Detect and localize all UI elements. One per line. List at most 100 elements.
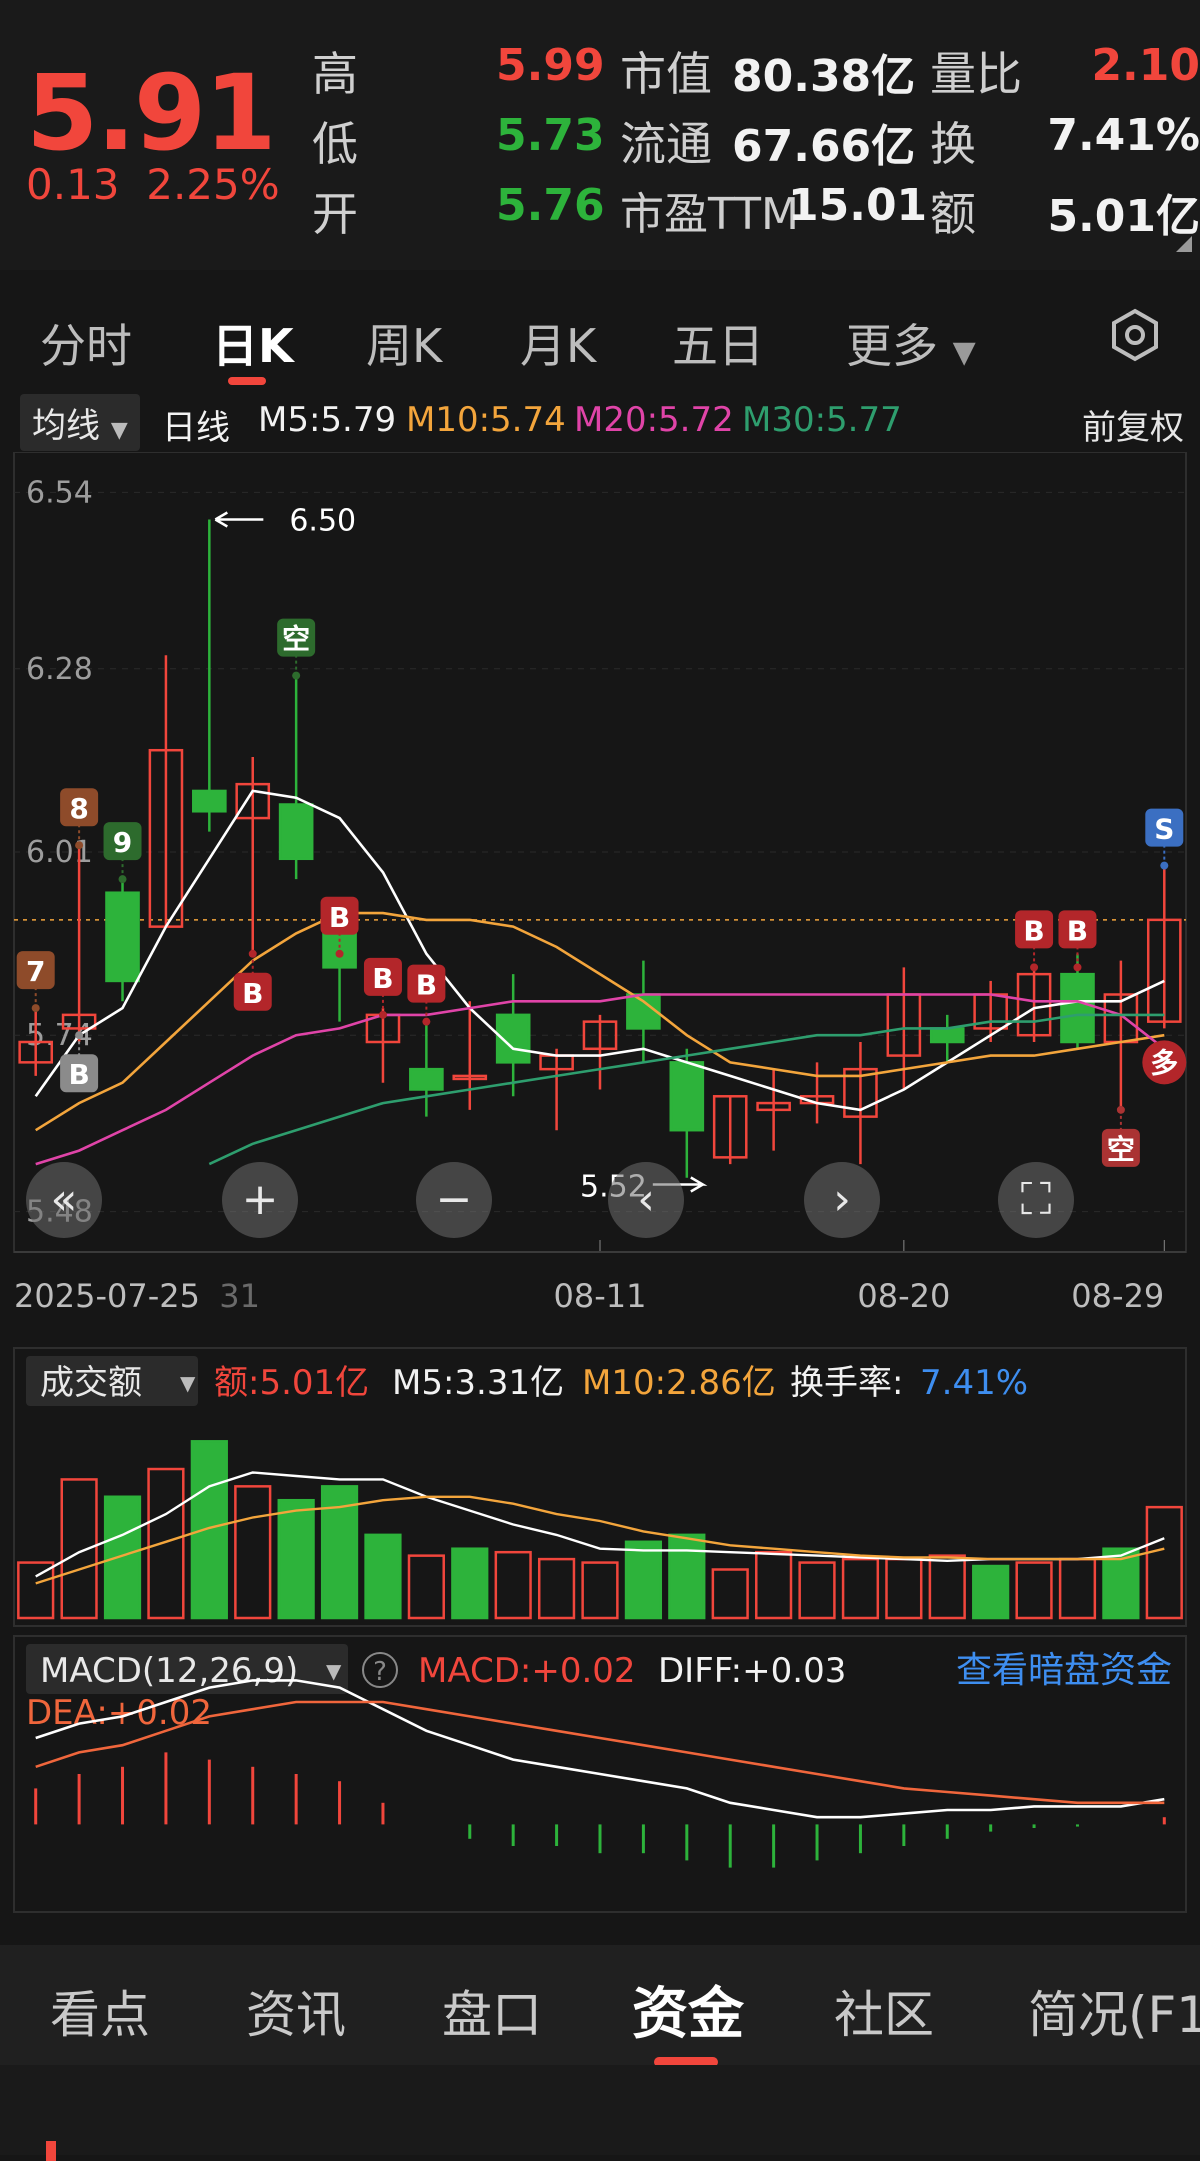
k-x-tick-label: 08-11 — [554, 1277, 647, 1315]
volume-bar — [841, 1557, 880, 1620]
buy-marker-label: 空 — [1107, 1133, 1135, 1166]
ma5-value: M5:5.79 — [258, 400, 397, 440]
short-marker-dot — [292, 671, 301, 680]
volume-bar — [451, 1547, 489, 1620]
volume-bar — [537, 1557, 576, 1620]
vol-ratio-value: 2.10 — [1091, 40, 1200, 91]
tab-news[interactable]: 资讯 — [246, 1975, 346, 2047]
sell-marker-dot — [1160, 861, 1169, 870]
td-marker-label: 9 — [113, 826, 132, 859]
amount-label: 额 — [930, 187, 976, 241]
pe-value: 15.01 — [788, 180, 928, 231]
td-marker-dot — [75, 841, 84, 850]
float-value: 67.66亿 — [732, 121, 916, 172]
rewind-icon-glyph: « — [51, 1174, 78, 1225]
next-icon-glyph: › — [833, 1174, 851, 1225]
volume-bar — [277, 1498, 315, 1620]
amount-value: 5.01亿 — [1047, 191, 1200, 242]
tab-monthly-k[interactable]: 月K — [520, 310, 596, 376]
ma20-value: M20:5.72 — [574, 400, 734, 440]
buy-marker-label: B — [329, 901, 350, 934]
open-label: 开 — [312, 187, 358, 241]
adjust-mode[interactable]: 前复权 — [1082, 400, 1184, 449]
tab-capital[interactable]: 资金 — [632, 1969, 744, 2050]
volume-bar — [494, 1550, 532, 1620]
tab-five-day[interactable]: 五日 — [672, 310, 764, 376]
volume-bar — [668, 1533, 706, 1620]
tab-intraday[interactable]: 分时 — [40, 310, 132, 376]
expand-corner-icon[interactable] — [1176, 236, 1192, 252]
buy-marker-label: B — [1023, 914, 1044, 947]
tab-order-book[interactable]: 盘口 — [442, 1975, 542, 2047]
last-price: 5.91 — [26, 52, 277, 174]
volume-bar — [1145, 1505, 1183, 1620]
turnover-value: 7.41% — [1047, 110, 1200, 161]
buy-marker-dot — [1073, 963, 1082, 972]
buy-marker-dot — [1116, 1105, 1125, 1114]
fullscreen-icon-glyph: ⛶ — [1021, 1174, 1052, 1225]
period-label: 日线 — [162, 408, 230, 448]
macd-value: MACD:+0.02 — [418, 1651, 636, 1691]
buy-marker-dot — [422, 1017, 431, 1026]
prev-icon[interactable]: ‹ — [608, 1162, 684, 1238]
tab-highlights[interactable]: 看点 — [50, 1975, 150, 2047]
open-value: 5.76 — [496, 180, 605, 231]
vol-ratio-label: 量比 — [930, 47, 1022, 101]
short-marker-label: 空 — [282, 623, 310, 656]
k-x-tick-label: 31 — [219, 1277, 260, 1315]
buy-marker-label: B — [416, 969, 437, 1002]
help-icon-glyph: ? — [373, 1657, 387, 1687]
volume-bar — [624, 1540, 663, 1620]
volume-bar — [147, 1467, 185, 1620]
buy-marker-label: B — [68, 1058, 89, 1091]
dark-pool-link[interactable]: 查看暗盘资金 — [956, 1650, 1172, 1691]
buy-marker-dot — [75, 1031, 84, 1040]
tab-weekly-k[interactable]: 周K — [366, 310, 442, 376]
rewind-icon[interactable]: « — [26, 1162, 102, 1238]
buy-marker-dot — [335, 949, 344, 958]
zoom-in-icon[interactable]: + — [222, 1162, 298, 1238]
settings-icon[interactable] — [1108, 308, 1162, 362]
prev-icon-glyph: ‹ — [637, 1174, 655, 1225]
zoom-out-icon[interactable]: − — [416, 1162, 492, 1238]
k-y-tick-label: 6.28 — [26, 652, 93, 687]
volume-title: 成交额 — [40, 1363, 142, 1403]
candle-body — [278, 803, 314, 861]
macd-title: MACD(12,26,9) — [40, 1651, 298, 1691]
diff-value: DIFF:+0.03 — [658, 1651, 846, 1691]
volume-bar — [711, 1568, 749, 1620]
tab-daily-k[interactable]: 日K — [212, 310, 294, 376]
turnover-rate-label: 换手率: — [790, 1363, 903, 1403]
candle-body — [105, 891, 140, 983]
chart-canvas[interactable]: 6.546.286.015.745.486.505.52789BBBBBBB空空… — [0, 452, 1200, 1922]
turnover-rate-value: 7.41% — [920, 1363, 1028, 1403]
volume-amount-label: 额:5.01亿 — [214, 1363, 369, 1403]
dea-value: DEA:+0.02 — [26, 1693, 212, 1733]
candle-body — [1060, 972, 1095, 1044]
next-icon[interactable]: › — [804, 1162, 880, 1238]
volume-m5-label: M5:3.31亿 — [392, 1363, 564, 1403]
low-value: 5.73 — [496, 110, 605, 161]
price-change: 0.13 2.25% — [26, 160, 280, 209]
td-marker-label: 7 — [26, 955, 45, 988]
volume-bar — [581, 1561, 619, 1620]
td-marker-dot — [118, 875, 127, 884]
chevron-down-icon: ▼ — [952, 335, 976, 370]
candle-body — [409, 1067, 444, 1091]
volume-bar — [407, 1554, 445, 1620]
tab-more[interactable]: 更多 ▼ — [846, 310, 976, 376]
section-marker — [46, 2141, 56, 2161]
bottom-tab-bar: 看点 资讯 盘口 资金 社区 简况(F10) — [0, 1945, 1200, 2067]
buy-marker-dot — [248, 949, 257, 958]
ma-selector[interactable]: 均线 ▼ — [20, 394, 140, 451]
fullscreen-icon[interactable]: ⛶ — [998, 1162, 1074, 1238]
turnover-label: 换 — [930, 117, 976, 171]
tab-community[interactable]: 社区 — [834, 1975, 934, 2047]
volume-bar — [1058, 1557, 1097, 1620]
tab-f10[interactable]: 简况(F10) — [1028, 1975, 1200, 2047]
volume-bar — [364, 1533, 402, 1620]
candle-body — [929, 1027, 965, 1044]
mcap-value: 80.38亿 — [732, 51, 916, 102]
change-percent: 2.25% — [146, 160, 280, 209]
high-value: 5.99 — [496, 40, 605, 91]
